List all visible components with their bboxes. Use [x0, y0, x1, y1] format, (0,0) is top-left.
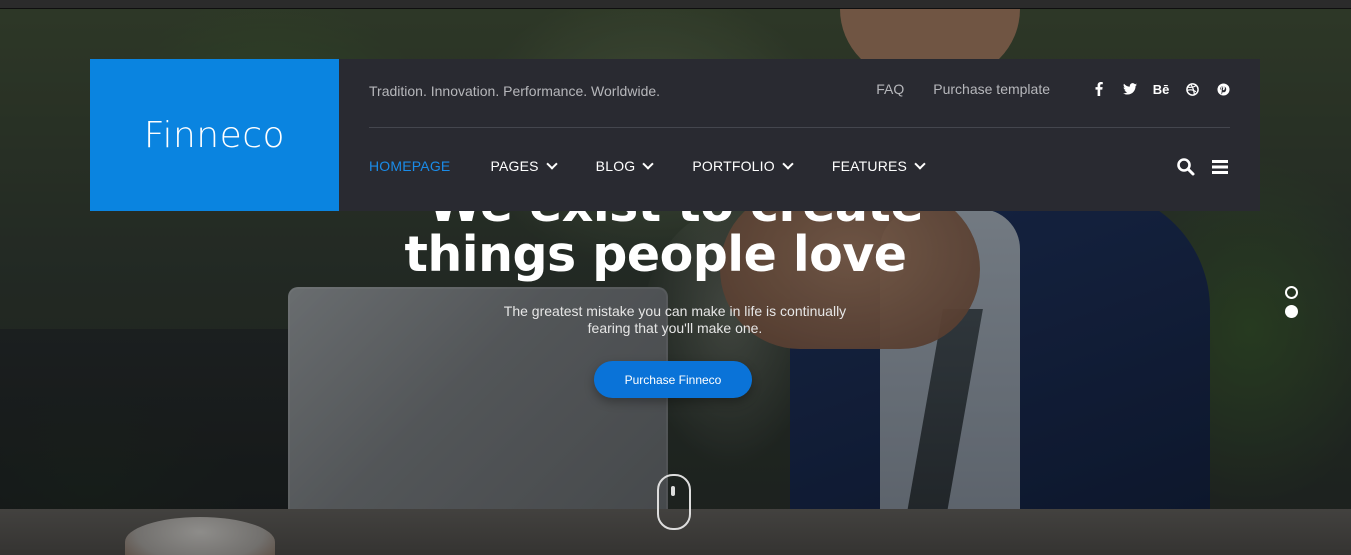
menu-icon[interactable] [1210, 157, 1230, 177]
logo-text: Finneco [143, 114, 286, 156]
slider-dot-2-active[interactable] [1285, 305, 1298, 318]
nav-portfolio-label: PORTFOLIO [692, 158, 775, 174]
hero-subtext: The greatest mistake you can make in lif… [503, 303, 847, 336]
logo[interactable]: Finneco [90, 59, 339, 211]
chevron-down-icon [642, 158, 655, 170]
twitter-icon[interactable] [1123, 81, 1137, 97]
nav-tools [1162, 157, 1230, 177]
chevron-down-icon [546, 158, 558, 170]
main-navigation: HOMEPAGE PAGES BLOG PORTFOLIO FEATURES [369, 158, 964, 174]
navigation-panel: Tradition. Innovation. Performance. Worl… [339, 59, 1260, 211]
search-icon[interactable] [1176, 157, 1196, 177]
nav-pages-label: PAGES [490, 158, 539, 174]
purchase-template-link[interactable]: Purchase template [933, 81, 1050, 97]
nav-homepage[interactable]: HOMEPAGE [369, 158, 450, 174]
nav-homepage-label: HOMEPAGE [369, 158, 451, 174]
chevron-down-icon [914, 158, 926, 170]
dribbble-icon[interactable] [1185, 81, 1199, 97]
nav-pages[interactable]: PAGES [490, 158, 558, 174]
scroll-down-icon[interactable] [657, 474, 691, 530]
header-divider [369, 127, 1230, 128]
nav-blog[interactable]: BLOG [595, 158, 655, 174]
slider-dot-1[interactable] [1285, 286, 1298, 299]
tagline: Tradition. Innovation. Performance. Worl… [369, 83, 661, 99]
pinterest-icon[interactable] [1216, 81, 1230, 97]
nav-features-label: FEATURES [831, 158, 908, 174]
facebook-icon[interactable] [1092, 81, 1106, 97]
nav-features[interactable]: FEATURES [831, 158, 926, 174]
purchase-finneco-button[interactable]: Purchase Finneco [594, 361, 752, 398]
faq-link[interactable]: FAQ [876, 81, 904, 97]
nav-blog-label: BLOG [595, 158, 636, 174]
chevron-down-icon [782, 158, 794, 170]
top-links: FAQ Purchase template Bē [876, 81, 1230, 97]
behance-icon[interactable]: Bē [1153, 81, 1170, 97]
nav-portfolio[interactable]: PORTFOLIO [692, 158, 794, 174]
hero-headline-line2: things people love [404, 226, 907, 283]
